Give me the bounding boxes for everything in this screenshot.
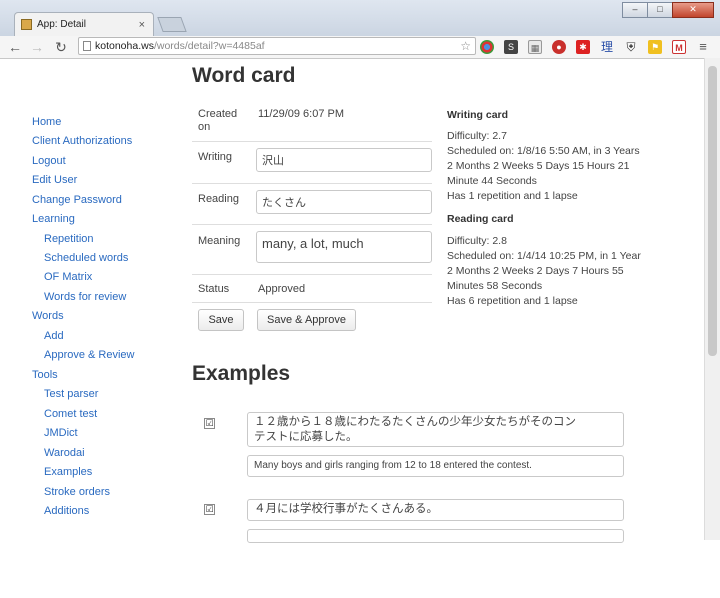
word-card-title: Word card (192, 64, 296, 87)
reload-icon[interactable]: ↻ (52, 38, 70, 56)
page-icon (83, 41, 91, 51)
meaning-label: Meaning (198, 235, 241, 247)
examples-title: Examples (192, 362, 291, 385)
reading-card-title: Reading card (447, 213, 514, 225)
divider (192, 224, 432, 225)
writing-card-line: 2 Months 2 Weeks 5 Days 15 Hours 21 (447, 160, 630, 172)
url-text: kotonoha.ws/words/detail?w=4485af (95, 40, 265, 52)
window-controls: – □ ✕ (622, 2, 714, 18)
sidebar-item-examples[interactable]: Examples (44, 466, 92, 478)
s-icon[interactable]: S (504, 40, 518, 54)
shield-icon[interactable]: ⛨ (624, 40, 638, 54)
reading-card-line: Minutes 58 Seconds (447, 280, 543, 292)
reading-card-line: Difficulty: 2.8 (447, 235, 507, 247)
star-badge-icon[interactable]: ✱ (576, 40, 590, 54)
divider (192, 183, 432, 184)
sidebar-item-comet-test[interactable]: Comet test (44, 408, 97, 420)
browser-toolbar: ← → ↻ kotonoha.ws/words/detail?w=4485af … (0, 36, 720, 59)
reading-card-line: 2 Months 2 Weeks 2 Days 7 Hours 55 (447, 265, 624, 277)
writing-label: Writing (198, 151, 233, 163)
sidebar-item-edit-user[interactable]: Edit User (32, 174, 77, 186)
example-japanese-field[interactable]: １２歳から１８歳にわたるたくさんの少年少女たちがそのコン テストに応募した。 (247, 412, 624, 447)
scrollbar-thumb[interactable] (708, 66, 717, 356)
status-value: Approved (258, 283, 306, 295)
reading-label: Reading (198, 193, 239, 205)
save-approve-button[interactable]: Save & Approve (257, 309, 356, 331)
writing-card-title: Writing card (447, 109, 509, 121)
sidebar-item-logout[interactable]: Logout (32, 155, 66, 167)
menu-icon[interactable]: ≡ (696, 40, 710, 54)
writing-card-line: Minute 44 Seconds (447, 175, 537, 187)
writing-card-line: Scheduled on: 1/8/16 5:50 AM, in 3 Years (447, 145, 640, 157)
favicon-icon (21, 19, 32, 30)
flag-icon[interactable]: ⚑ (648, 40, 662, 54)
writing-card-line: Has 1 repetition and 1 lapse (447, 190, 578, 202)
divider (192, 274, 432, 275)
created-label: Created on (198, 108, 238, 133)
sidebar-item-client-authorizations[interactable]: Client Authorizations (32, 135, 132, 147)
divider (192, 302, 432, 303)
minimize-icon[interactable]: – (622, 2, 648, 18)
sidebar-item-scheduled-words[interactable]: Scheduled words (44, 252, 128, 264)
sidebar-item-tools[interactable]: Tools (32, 369, 58, 381)
reading-card-line: Has 6 repetition and 1 lapse (447, 295, 578, 307)
sidebar-item-words[interactable]: Words (32, 310, 64, 322)
meaning-field[interactable]: many, a lot, much (256, 231, 432, 263)
chrome-icon[interactable] (480, 40, 494, 54)
page-content: Home Client Authorizations Logout Edit U… (0, 58, 704, 543)
address-bar[interactable]: kotonoha.ws/words/detail?w=4485af ☆ (78, 37, 476, 55)
sidebar-item-words-for-review[interactable]: Words for review (44, 291, 126, 303)
sidebar-item-approve-review[interactable]: Approve & Review (44, 349, 135, 361)
kanji-icon[interactable]: 理 (600, 40, 614, 54)
window-close-icon[interactable]: ✕ (672, 2, 714, 18)
grid-icon[interactable]: ▦ (528, 40, 542, 54)
sidebar: Home Client Authorizations Logout Edit U… (0, 116, 180, 598)
bookmark-star-icon[interactable]: ☆ (460, 38, 471, 54)
gmail-icon[interactable]: M (672, 40, 686, 54)
sidebar-item-additions[interactable]: Additions (44, 505, 89, 517)
reading-field[interactable]: たくさん (256, 190, 432, 214)
back-arrow-icon[interactable]: ← (6, 38, 24, 56)
vertical-scrollbar[interactable] (704, 58, 720, 540)
created-value: 11/29/09 6:07 PM (258, 108, 345, 120)
example-japanese-field[interactable]: ４月には学校行事がたくさんある。 (247, 499, 624, 521)
browser-tab[interactable]: App: Detail × (14, 12, 154, 36)
example-english-field[interactable] (247, 529, 624, 543)
new-tab-button[interactable] (157, 17, 187, 32)
forward-arrow-icon[interactable]: → (28, 38, 46, 56)
sidebar-item-of-matrix[interactable]: OF Matrix (44, 271, 92, 283)
sidebar-item-warodai[interactable]: Warodai (44, 447, 85, 459)
divider (192, 141, 432, 142)
writing-card-line: Difficulty: 2.7 (447, 130, 507, 142)
sidebar-item-jmdict[interactable]: JMDict (44, 427, 78, 439)
sidebar-item-learning[interactable]: Learning (32, 213, 75, 225)
sidebar-item-repetition[interactable]: Repetition (44, 233, 94, 245)
browser-titlebar: App: Detail × – □ ✕ (0, 0, 720, 36)
status-label: Status (198, 283, 230, 295)
example-english-field[interactable]: Many boys and girls ranging from 12 to 1… (247, 455, 624, 477)
sidebar-item-add[interactable]: Add (44, 330, 64, 342)
tab-title: App: Detail (37, 19, 86, 30)
example-checkbox[interactable]: ☑ (204, 504, 215, 515)
sidebar-item-test-parser[interactable]: Test parser (44, 388, 98, 400)
reading-card-line: Scheduled on: 1/4/14 10:25 PM, in 1 Year (447, 250, 641, 262)
sidebar-item-change-password[interactable]: Change Password (32, 194, 122, 206)
writing-field[interactable]: 沢山 (256, 148, 432, 172)
sidebar-item-home[interactable]: Home (32, 116, 61, 128)
maximize-icon[interactable]: □ (647, 2, 673, 18)
tab-close-icon[interactable]: × (139, 13, 145, 37)
save-button[interactable]: Save (198, 309, 244, 331)
record-icon[interactable]: ● (552, 40, 566, 54)
sidebar-item-stroke-orders[interactable]: Stroke orders (44, 486, 110, 498)
example-checkbox[interactable]: ☑ (204, 418, 215, 429)
